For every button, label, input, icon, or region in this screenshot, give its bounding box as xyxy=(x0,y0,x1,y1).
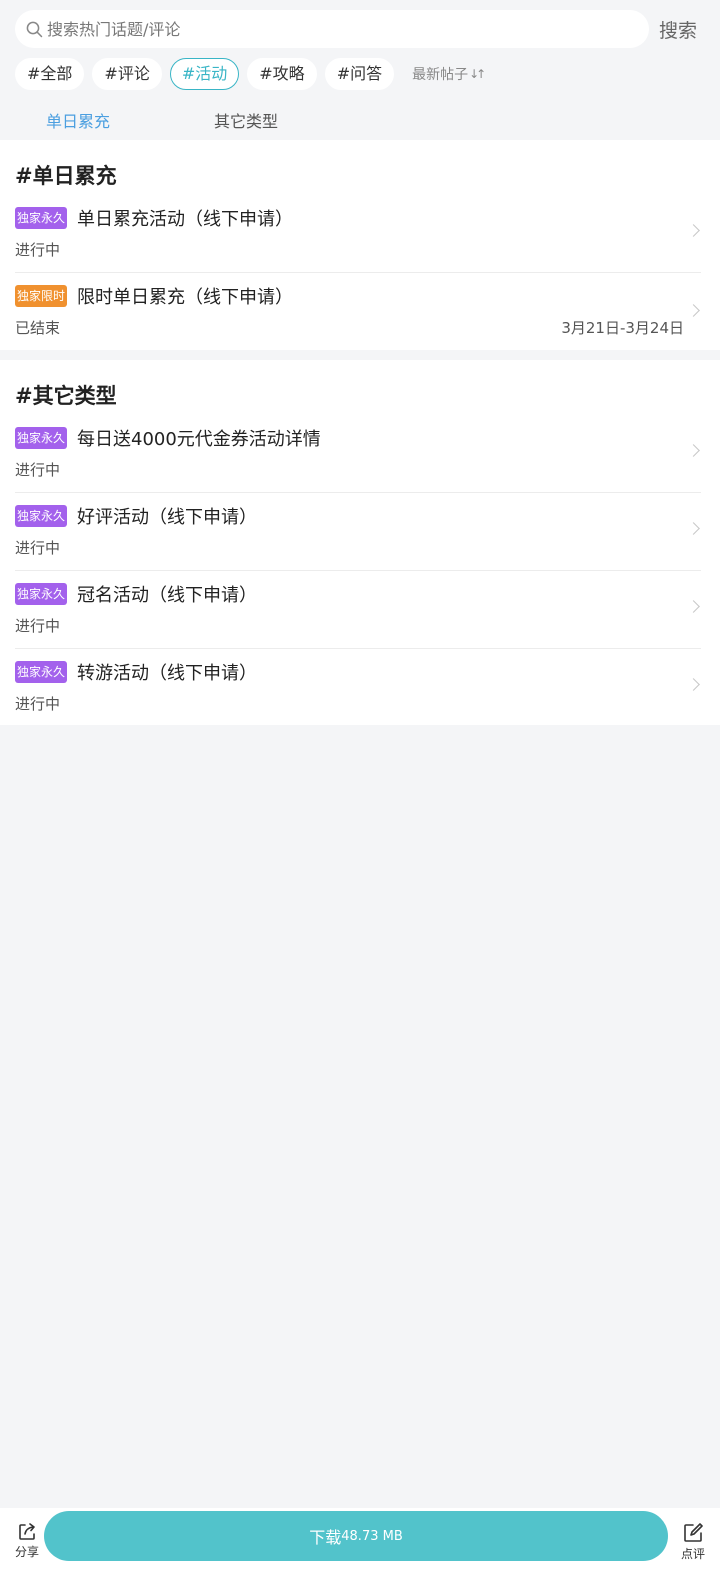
download-label: 下载 xyxy=(309,1528,342,1547)
item-title: 冠名活动（线下申请） xyxy=(77,585,257,606)
search-button[interactable]: 搜索 xyxy=(659,16,697,43)
item-date: 3月21日-3月24日 xyxy=(561,319,684,337)
search-input[interactable] xyxy=(47,19,607,39)
item-title: 好评活动（线下申请） xyxy=(77,507,257,528)
section-title: #单日累充 xyxy=(15,164,117,188)
search-icon xyxy=(26,21,43,37)
divider xyxy=(15,492,701,493)
item-title: 限时单日累充（线下申请） xyxy=(77,287,293,308)
item-badge: 独家永久 xyxy=(15,661,68,683)
search-box[interactable] xyxy=(15,10,649,48)
item-status: 进行中 xyxy=(15,461,61,479)
item-title: 每日送4000元代金券活动详情 xyxy=(77,429,321,450)
review-label: 点评 xyxy=(680,1547,705,1561)
tag-review[interactable]: #评论 xyxy=(92,58,162,90)
item-badge: 独家限时 xyxy=(15,285,68,307)
item-status: 进行中 xyxy=(15,241,61,259)
edit-icon xyxy=(684,1523,703,1542)
tag-all[interactable]: #全部 xyxy=(15,58,85,90)
tag-activity[interactable]: #活动 xyxy=(169,58,240,90)
sort-label: 最新帖子 xyxy=(412,67,469,83)
item-status: 进行中 xyxy=(15,617,61,635)
item-badge: 独家永久 xyxy=(15,427,68,449)
share-icon xyxy=(19,1523,35,1540)
divider xyxy=(15,648,701,649)
item-badge: 独家永久 xyxy=(15,505,68,527)
chevron-right-icon xyxy=(687,224,700,237)
list-item[interactable]: 独家永久 单日累充活动（线下申请） 进行中 xyxy=(0,194,720,272)
chevron-right-icon xyxy=(687,600,700,613)
chevron-right-icon xyxy=(687,678,700,691)
tag-guide[interactable]: #攻略 xyxy=(247,58,317,90)
chevron-right-icon xyxy=(687,444,700,457)
item-status: 进行中 xyxy=(15,695,61,713)
tag-filter-row: #全部 #评论 #活动 #攻略 #问答 最新帖子 ↓↑ xyxy=(15,58,486,90)
bottom-bar: 分享 下载 48.73 MB 点评 xyxy=(0,1508,720,1587)
item-status: 进行中 xyxy=(15,539,61,557)
section-title: #其它类型 xyxy=(15,384,117,408)
item-badge: 独家永久 xyxy=(15,207,68,229)
list-item[interactable]: 独家永久 转游活动（线下申请） 进行中 xyxy=(0,648,720,726)
subtab-daily-recharge[interactable]: 单日累充 xyxy=(46,108,110,132)
chevron-right-icon xyxy=(687,304,700,317)
list-item[interactable]: 独家永久 好评活动（线下申请） 进行中 xyxy=(0,492,720,570)
item-title: 单日累充活动（线下申请） xyxy=(77,209,293,230)
review-button[interactable]: 点评 xyxy=(678,1522,708,1562)
item-status: 已结束 xyxy=(15,319,61,337)
subtab-other-types[interactable]: 其它类型 xyxy=(214,108,278,132)
item-badge: 独家永久 xyxy=(15,583,68,605)
list-item[interactable]: 独家永久 冠名活动（线下申请） 进行中 xyxy=(0,570,720,648)
tag-qa[interactable]: #问答 xyxy=(324,58,395,90)
share-button[interactable]: 分享 xyxy=(12,1522,42,1560)
list-item[interactable]: 独家限时 限时单日累充（线下申请） 已结束 3月21日-3月24日 xyxy=(0,272,720,350)
section-daily-recharge: #单日累充 独家永久 单日累充活动（线下申请） 进行中 独家限时 限时单日累充（… xyxy=(0,140,720,350)
list-item[interactable]: 独家永久 每日送4000元代金券活动详情 进行中 xyxy=(0,414,720,492)
download-button[interactable]: 下载 48.73 MB xyxy=(44,1511,668,1561)
download-size: 48.73 MB xyxy=(341,1528,403,1544)
sort-arrows-icon: ↓↑ xyxy=(469,67,486,81)
sort-toggle[interactable]: 最新帖子 ↓↑ xyxy=(412,64,486,84)
section-other-types: #其它类型 独家永久 每日送4000元代金券活动详情 进行中 独家永久 好评活动… xyxy=(0,360,720,725)
divider xyxy=(15,570,701,571)
item-title: 转游活动（线下申请） xyxy=(77,663,257,684)
divider xyxy=(15,272,701,273)
chevron-right-icon xyxy=(687,522,700,535)
share-label: 分享 xyxy=(14,1545,39,1559)
search-row: 搜索 xyxy=(15,10,705,48)
